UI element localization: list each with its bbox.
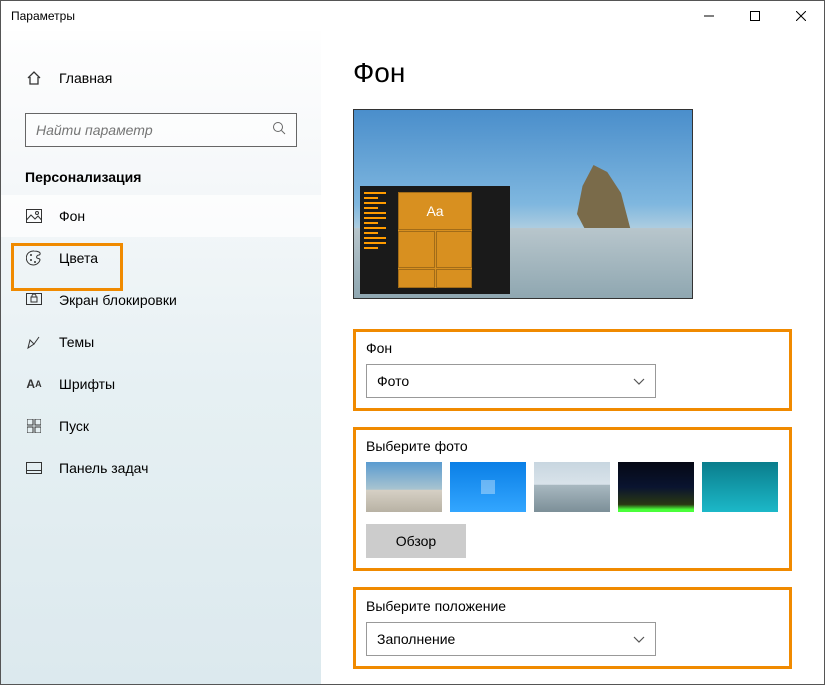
search-input[interactable] bbox=[36, 122, 236, 138]
nav-label: Шрифты bbox=[59, 376, 115, 392]
nav-label: Панель задач bbox=[59, 460, 148, 476]
search-box[interactable] bbox=[25, 113, 297, 147]
nav-item-background[interactable]: Фон bbox=[1, 195, 321, 237]
close-button[interactable] bbox=[778, 1, 824, 31]
themes-icon bbox=[25, 333, 43, 351]
sidebar: Главная Персонализация Фон Цвета bbox=[1, 31, 321, 684]
chevron-down-icon bbox=[633, 373, 645, 389]
maximize-button[interactable] bbox=[732, 1, 778, 31]
minimize-button[interactable] bbox=[686, 1, 732, 31]
taskbar-icon bbox=[25, 459, 43, 477]
highlight-background-dropdown: Фон Фото bbox=[353, 329, 792, 411]
nav-item-themes[interactable]: Темы bbox=[1, 321, 321, 363]
home-label: Главная bbox=[59, 70, 112, 86]
preview-start-mock: Aa bbox=[360, 186, 510, 294]
photo-thumb-2[interactable] bbox=[450, 462, 526, 512]
photo-thumb-3[interactable] bbox=[534, 462, 610, 512]
lockscreen-icon bbox=[25, 291, 43, 309]
window-controls bbox=[686, 1, 824, 31]
section-heading: Персонализация bbox=[1, 169, 321, 195]
preview-sample-text: Aa bbox=[398, 192, 472, 230]
photo-thumb-4[interactable] bbox=[618, 462, 694, 512]
photo-thumb-5[interactable] bbox=[702, 462, 778, 512]
home-link[interactable]: Главная bbox=[1, 61, 321, 95]
position-value: Заполнение bbox=[377, 631, 455, 647]
start-icon bbox=[25, 417, 43, 435]
highlight-choose-photo: Выберите фото Обзор bbox=[353, 427, 792, 571]
preview-mock-tiles: Aa bbox=[398, 192, 472, 288]
choose-photo-label: Выберите фото bbox=[366, 438, 779, 454]
close-icon bbox=[796, 11, 806, 21]
desktop-preview: Aa bbox=[353, 109, 693, 299]
browse-button[interactable]: Обзор bbox=[366, 524, 466, 558]
chevron-down-icon bbox=[633, 631, 645, 647]
page-title: Фон bbox=[353, 57, 792, 89]
home-icon bbox=[25, 69, 43, 87]
nav-label: Пуск bbox=[59, 418, 89, 434]
picture-icon bbox=[25, 207, 43, 225]
highlight-position-dropdown: Выберите положение Заполнение bbox=[353, 587, 792, 669]
nav-item-taskbar[interactable]: Панель задач bbox=[1, 447, 321, 489]
position-dropdown[interactable]: Заполнение bbox=[366, 622, 656, 656]
nav-label: Фон bbox=[59, 208, 85, 224]
position-label: Выберите положение bbox=[366, 598, 779, 614]
body: Главная Персонализация Фон Цвета bbox=[1, 31, 824, 684]
background-value: Фото bbox=[377, 373, 409, 389]
settings-window: Параметры Главная bbox=[0, 0, 825, 685]
background-label: Фон bbox=[366, 340, 779, 356]
nav-list: Фон Цвета Экран блокировки Темы AA Шрифт… bbox=[1, 195, 321, 489]
highlight-nav-background bbox=[11, 243, 123, 291]
nav-item-fonts[interactable]: AA Шрифты bbox=[1, 363, 321, 405]
preview-mock-sidebar bbox=[364, 192, 392, 288]
nav-label: Экран блокировки bbox=[59, 292, 177, 308]
maximize-icon bbox=[750, 11, 760, 21]
photo-thumb-1[interactable] bbox=[366, 462, 442, 512]
background-dropdown[interactable]: Фото bbox=[366, 364, 656, 398]
content: Фон Aa Фон Фото bbox=[321, 31, 824, 684]
fonts-icon: AA bbox=[25, 375, 43, 393]
search-icon bbox=[272, 121, 286, 140]
nav-item-start[interactable]: Пуск bbox=[1, 405, 321, 447]
titlebar: Параметры bbox=[1, 1, 824, 31]
window-title: Параметры bbox=[11, 9, 75, 23]
minimize-icon bbox=[704, 11, 714, 21]
photo-thumbnails bbox=[366, 462, 779, 512]
nav-label: Темы bbox=[59, 334, 94, 350]
